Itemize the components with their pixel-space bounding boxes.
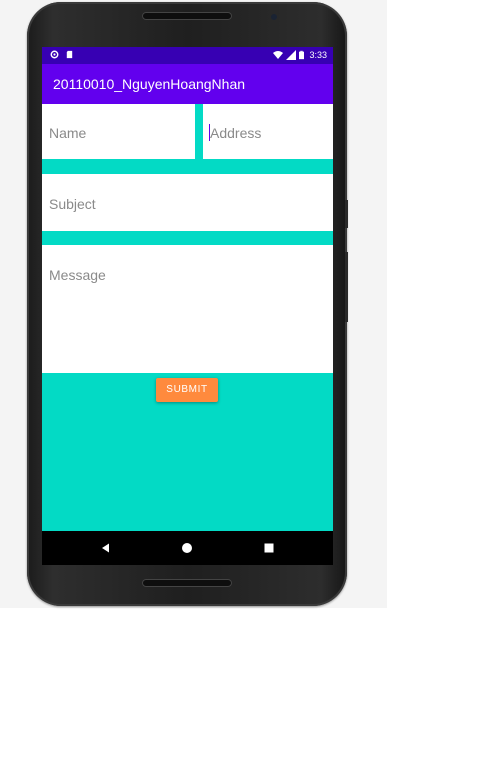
phone-screen: 3:33 20110010_NguyenHoangNhan Name Addre… [42,47,333,565]
sd-card-icon [66,50,73,59]
status-time: 3:33 [309,50,327,60]
earpiece-speaker [142,12,232,20]
settings-gear-icon [50,50,59,59]
status-bar: 3:33 [42,47,333,64]
address-placeholder: Address [210,125,262,141]
name-input[interactable]: Name [42,104,195,159]
subject-input[interactable]: Subject [42,174,333,231]
status-left-icons [50,50,74,59]
submit-button[interactable]: SUBMIT [156,378,218,402]
front-camera [271,14,277,20]
back-icon[interactable] [98,540,114,556]
signal-icon [286,50,297,60]
home-icon[interactable] [179,540,195,556]
message-input[interactable]: Message [42,245,333,373]
bottom-speaker [142,579,232,587]
app-title: 20110010_NguyenHoangNhan [53,76,246,92]
subject-placeholder: Subject [49,196,96,212]
wifi-icon [273,51,284,59]
navigation-bar [42,531,333,565]
status-right-icons: 3:33 [273,49,327,61]
address-input[interactable]: Address [203,104,333,159]
recents-icon[interactable] [261,540,277,556]
emulator-canvas: 3:33 20110010_NguyenHoangNhan Name Addre… [0,0,485,770]
power-button[interactable] [345,200,348,228]
app-bar: 20110010_NguyenHoangNhan [42,64,333,104]
volume-button[interactable] [345,252,348,322]
form-container: Name Address Subject Message SUBMIT [42,104,333,531]
message-placeholder: Message [49,267,106,283]
name-placeholder: Name [49,125,87,141]
battery-icon [299,50,305,60]
